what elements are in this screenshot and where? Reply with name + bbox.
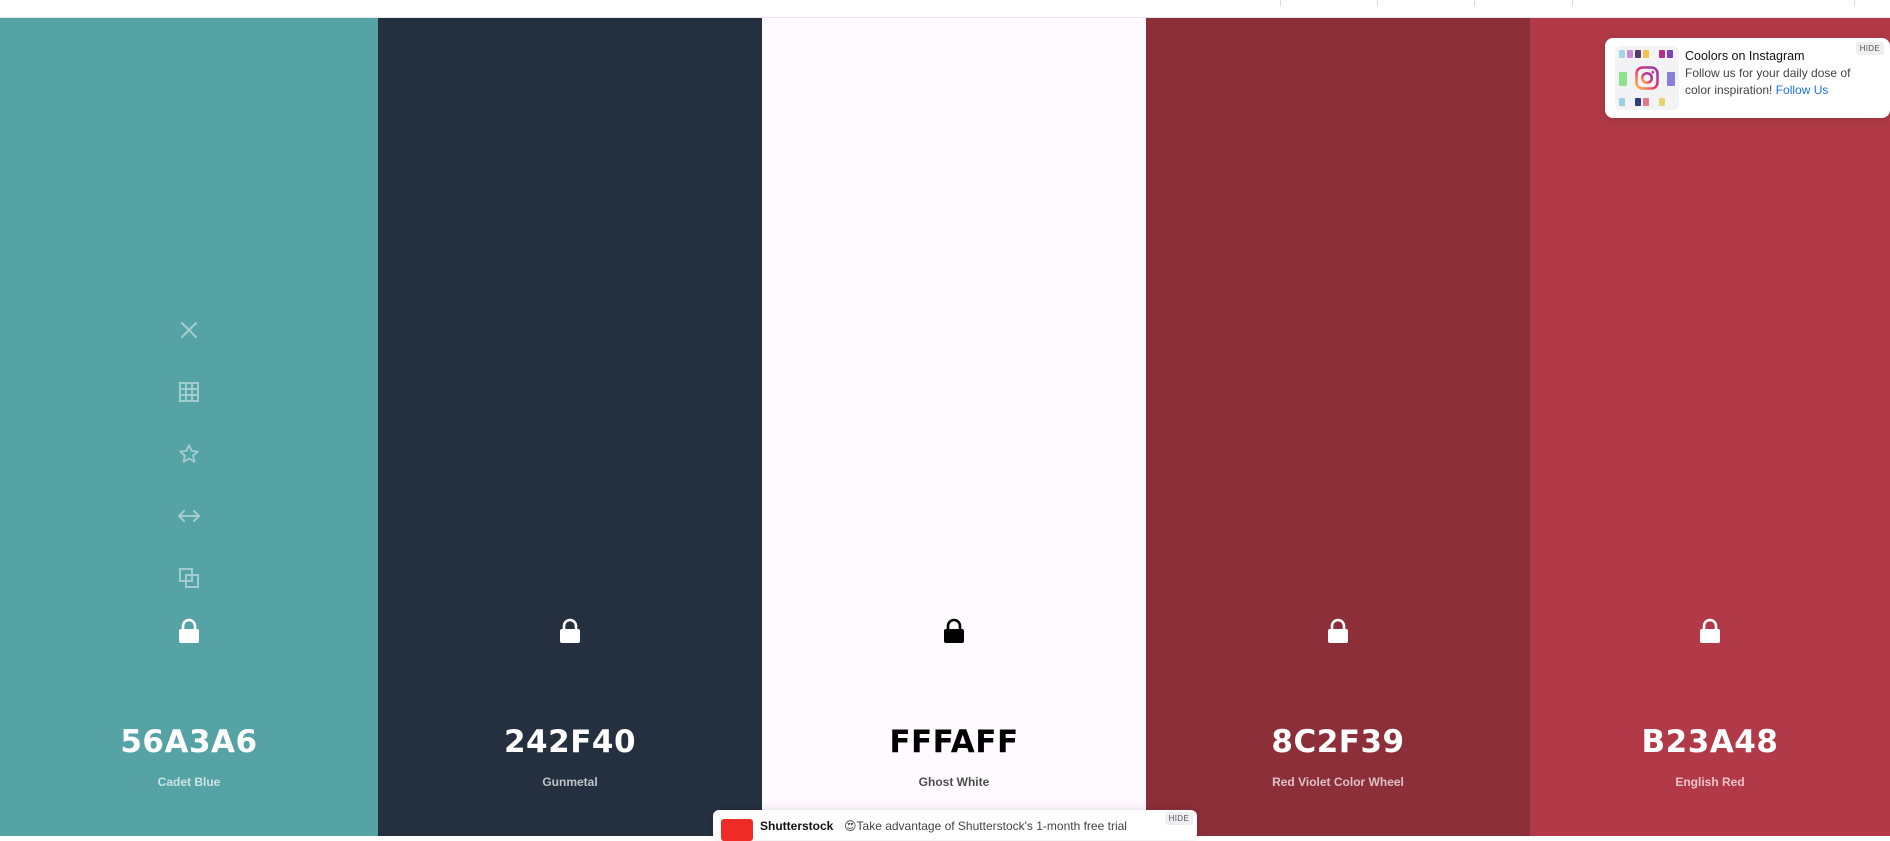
hex-code[interactable]: 242F40 <box>378 724 762 760</box>
color-swatch[interactable]: B23A48 English Red <box>1530 18 1890 836</box>
lock-icon <box>1700 618 1720 643</box>
toolbar-divider <box>1854 0 1855 6</box>
lock-icon <box>560 618 580 643</box>
follow-us-link[interactable]: Follow Us <box>1776 83 1829 97</box>
color-swatch[interactable]: 242F40 Gunmetal <box>378 18 762 836</box>
close-icon[interactable] <box>169 310 209 350</box>
lock-icon <box>944 618 964 643</box>
color-name: Ghost White <box>918 775 990 789</box>
banner-brand: Shutterstock <box>760 819 834 833</box>
popup-title: Coolors on Instagram <box>1685 49 1805 63</box>
popup-body: Follow us for your daily dose of color i… <box>1685 65 1877 99</box>
arrows-horizontal-icon[interactable] <box>169 496 209 536</box>
color-swatch[interactable]: 56A3A6 Cadet Blue <box>0 18 378 836</box>
hex-code[interactable]: 8C2F39 <box>1146 724 1530 760</box>
lock-button[interactable] <box>0 618 378 644</box>
hex-code[interactable]: B23A48 <box>1530 724 1890 760</box>
color-swatch[interactable]: FFFAFF Ghost White <box>762 18 1146 836</box>
hide-popup-button[interactable]: HIDE <box>1855 42 1884 55</box>
toolbar-divider <box>1474 0 1475 6</box>
hex-code[interactable]: FFFAFF <box>762 724 1146 760</box>
heart-eyes-emoji: 😍 <box>844 819 857 833</box>
instagram-popup: Coolors on Instagram Follow us for your … <box>1605 38 1890 118</box>
swatch-tools <box>0 310 378 620</box>
instagram-icon <box>1615 46 1679 110</box>
toolbar-divider <box>1280 0 1281 6</box>
color-name: English Red <box>1675 775 1745 789</box>
banner-message: 😍Take advantage of Shutterstock's 1-mont… <box>844 819 1127 833</box>
lock-button[interactable] <box>762 618 1146 644</box>
color-name: Gunmetal <box>542 775 598 789</box>
banner-text: Take advantage of Shutterstock's 1-month… <box>856 819 1127 833</box>
lock-button[interactable] <box>1146 618 1530 644</box>
shutterstock-logo <box>721 819 753 841</box>
lock-icon <box>1328 618 1348 643</box>
hide-banner-button[interactable]: HIDE <box>1164 812 1193 825</box>
top-toolbar <box>0 0 1890 18</box>
star-icon[interactable] <box>169 434 209 474</box>
color-swatch[interactable]: 8C2F39 Red Violet Color Wheel <box>1146 18 1530 836</box>
color-name: Red Violet Color Wheel <box>1272 775 1404 789</box>
color-name: Cadet Blue <box>157 775 221 789</box>
grid-icon[interactable] <box>169 372 209 412</box>
palette: 56A3A6 Cadet Blue 242F40 Gunmetal FFFAFF… <box>0 18 1890 836</box>
lock-icon <box>179 618 199 643</box>
hex-code[interactable]: 56A3A6 <box>0 724 378 760</box>
lock-button[interactable] <box>378 618 762 644</box>
toolbar-divider <box>1377 0 1378 6</box>
copy-icon[interactable] <box>169 558 209 598</box>
lock-button[interactable] <box>1530 618 1890 644</box>
toolbar-divider <box>1572 0 1573 6</box>
